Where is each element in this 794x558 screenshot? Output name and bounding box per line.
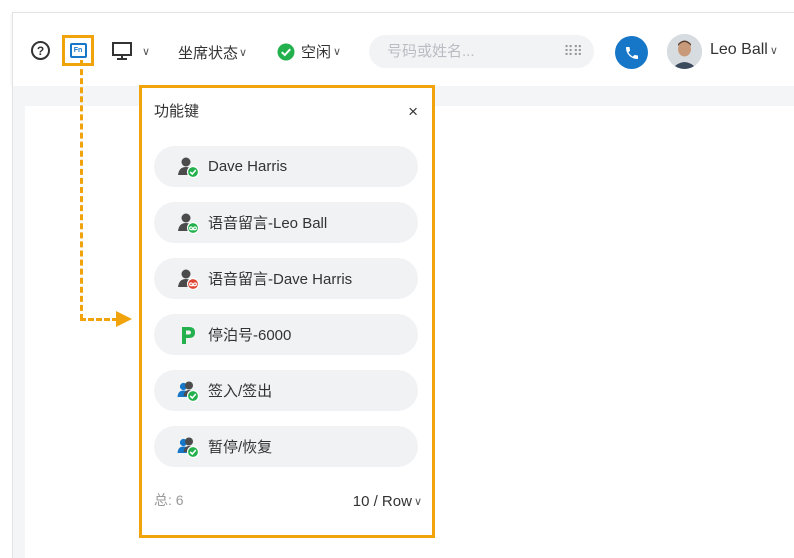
presence-label: 空闲: [301, 44, 332, 61]
user-avatar-icon: [667, 34, 702, 69]
monitor-icon: [112, 42, 132, 60]
call-button[interactable]: [615, 36, 648, 69]
function-key-label: 语音留言-Dave Harris: [208, 271, 353, 288]
page-size-label: 10 / Row: [352, 493, 412, 510]
page-size-selector[interactable]: 10 / Row ∨: [353, 493, 422, 510]
user-available-icon: [176, 155, 200, 179]
search-box[interactable]: ⠿⠿: [369, 35, 594, 68]
panel-title: 功能键: [154, 103, 200, 120]
function-key-label: 停泊号-6000: [208, 327, 292, 344]
group-pause-icon: [176, 435, 200, 459]
function-keys-button[interactable]: Fn: [62, 35, 94, 66]
fn-icon: Fn: [69, 43, 87, 58]
function-key-item[interactable]: Dave Harris: [154, 146, 418, 187]
total-count: 总: 6: [154, 492, 184, 508]
function-key-item[interactable]: 语音留言-Dave Harris: [154, 258, 418, 299]
user-name: Leo Ball: [710, 41, 768, 58]
chevron-down-icon: ∨: [769, 44, 778, 57]
group-checkin-icon: [176, 379, 200, 403]
function-key-item[interactable]: 语音留言-Leo Ball: [154, 202, 418, 243]
phone-icon: [625, 46, 638, 59]
user-voicemail-red-icon: [176, 267, 200, 291]
user-menu[interactable]: Leo Ball ∨: [710, 41, 778, 59]
function-key-label: 语音留言-Leo Ball: [208, 215, 328, 232]
seat-status-dropdown[interactable]: 坐席状态 ∨: [178, 42, 247, 63]
dialpad-icon[interactable]: ⠿⠿: [563, 43, 582, 60]
function-key-label: 签入/签出: [208, 383, 273, 400]
user-voicemail-icon: [176, 211, 200, 235]
avatar[interactable]: [667, 34, 702, 69]
help-icon[interactable]: ?: [31, 41, 50, 60]
function-key-label: 暂停/恢复: [208, 439, 273, 456]
available-status-icon: [277, 43, 295, 60]
function-key-item[interactable]: 停泊号-6000: [154, 314, 418, 355]
top-toolbar: ? Fn ∨ 坐席状态 ∨ 空闲 ∨ ⠿⠿: [12, 12, 794, 86]
function-key-item[interactable]: 签入/签出: [154, 370, 418, 411]
chevron-down-icon: ∨: [239, 47, 248, 59]
callout-connector-horizontal: [80, 318, 118, 321]
callout-arrow-icon: [116, 311, 132, 327]
function-key-item[interactable]: 暂停/恢复: [154, 426, 418, 467]
search-input[interactable]: [387, 43, 557, 60]
function-key-label: Dave Harris: [208, 158, 288, 175]
chevron-down-icon: ∨: [333, 46, 342, 58]
function-keys-panel: 功能键 × Dave Harris 语音留言-Leo Ball 语音留言-Dav…: [139, 85, 435, 538]
chevron-down-icon: ∨: [142, 45, 151, 58]
presence-dropdown[interactable]: 空闲 ∨: [277, 41, 341, 62]
callout-connector-vertical: [80, 60, 83, 320]
device-selector[interactable]: ∨: [111, 41, 150, 61]
seat-status-label: 坐席状态: [178, 45, 239, 62]
chevron-down-icon: ∨: [413, 496, 422, 508]
parking-icon: [176, 323, 200, 347]
close-icon[interactable]: ×: [408, 102, 418, 122]
